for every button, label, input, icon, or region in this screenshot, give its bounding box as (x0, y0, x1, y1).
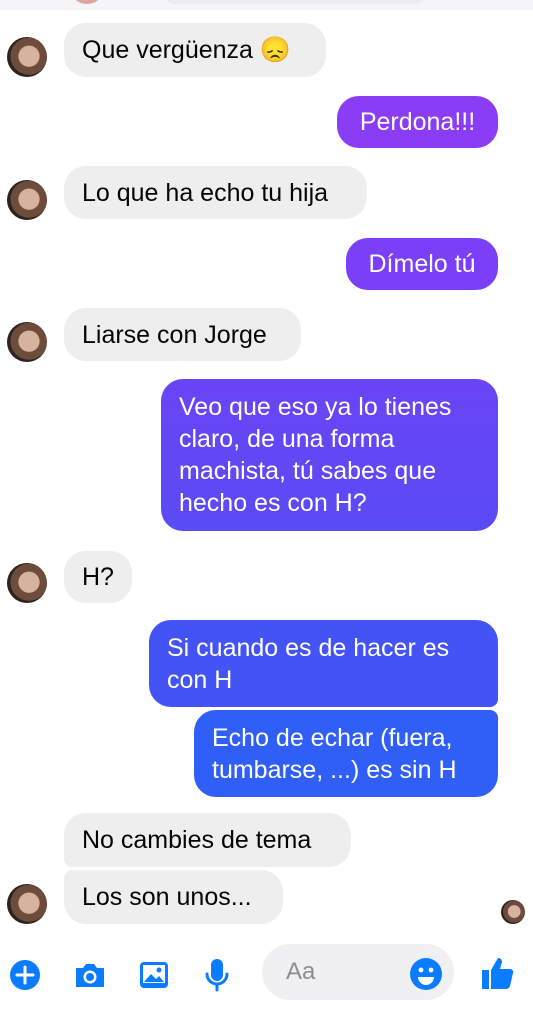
outgoing-message[interactable]: Si cuando es de hacer es con H (149, 620, 498, 707)
plus-icon[interactable] (8, 958, 42, 992)
incoming-message[interactable]: Los son unos... (64, 870, 283, 924)
incoming-message[interactable]: Liarse con Jorge (64, 308, 301, 361)
previous-message-edge (0, 0, 533, 10)
incoming-message[interactable]: No cambies de tema (64, 813, 351, 867)
contact-avatar[interactable] (7, 180, 47, 220)
microphone-icon[interactable] (200, 956, 234, 994)
outgoing-message[interactable]: Dímelo tú (346, 238, 498, 290)
incoming-message[interactable]: H? (64, 551, 132, 603)
outgoing-message[interactable]: Perdona!!! (337, 96, 498, 148)
outgoing-message[interactable]: Echo de echar (fuera, tumbarse, ...) es … (194, 710, 498, 797)
read-receipt-avatar (501, 900, 525, 924)
emoji-icon[interactable] (408, 956, 444, 992)
incoming-message[interactable]: Que vergüenza 😞 (64, 23, 326, 77)
contact-avatar[interactable] (7, 884, 47, 924)
thumbs-up-icon[interactable] (476, 952, 518, 994)
outgoing-message[interactable]: Veo que eso ya lo tienes claro, de una f… (161, 379, 498, 531)
incoming-message[interactable]: Lo que ha echo tu hija (64, 166, 367, 219)
message-composer: Aa (0, 936, 533, 1024)
previous-avatar-edge (72, 0, 102, 4)
camera-icon[interactable] (72, 958, 108, 992)
gallery-icon[interactable] (136, 958, 172, 992)
contact-avatar[interactable] (7, 563, 47, 603)
contact-avatar[interactable] (7, 322, 47, 362)
contact-avatar[interactable] (7, 37, 47, 77)
previous-bubble-edge (165, 0, 425, 4)
